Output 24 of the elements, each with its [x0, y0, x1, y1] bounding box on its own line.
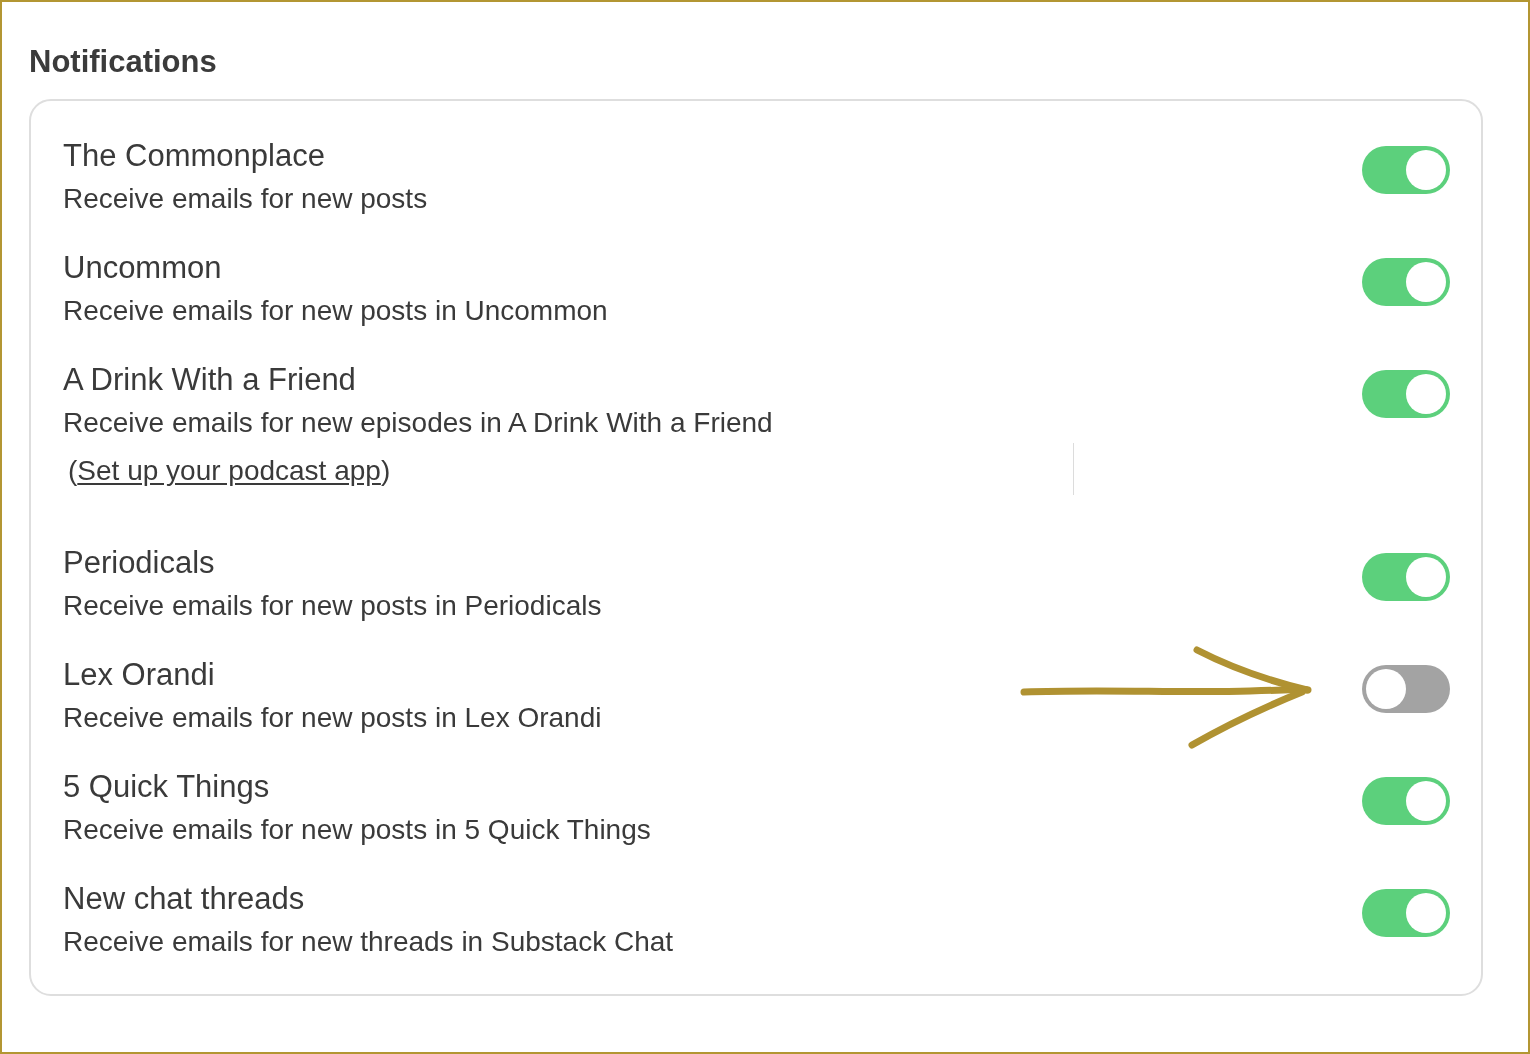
podcast-setup-note: (Set up your podcast app): [68, 454, 391, 488]
toggle-switch[interactable]: [1362, 370, 1450, 418]
section-heading: Notifications: [29, 43, 217, 81]
newsletter-title: The Commonplace: [63, 137, 325, 175]
newsletter-description: Receive emails for new threads in Substack Chat: [63, 925, 674, 959]
toggle-switch[interactable]: [1362, 777, 1450, 825]
newsletter-description: Receive emails for new posts in 5 Quick Things: [63, 813, 651, 847]
toggle-switch[interactable]: [1362, 889, 1450, 937]
podcast-app-link[interactable]: Set up your podcast app: [77, 455, 381, 486]
newsletter-description: Receive emails for new posts in Periodicals: [63, 589, 602, 623]
newsletter-description: Receive emails for new posts in Uncommon: [63, 294, 608, 328]
toggle-switch[interactable]: [1362, 146, 1450, 194]
toggle-switch[interactable]: [1362, 665, 1450, 713]
newsletter-title: Periodicals: [63, 544, 215, 582]
newsletter-title: A Drink With a Friend: [63, 361, 356, 399]
newsletter-title: Lex Orandi: [63, 656, 215, 694]
toggle-switch[interactable]: [1362, 258, 1450, 306]
newsletter-description: Receive emails for new posts in Lex Orandi: [63, 701, 602, 735]
newsletter-description: Receive emails for new episodes in A Drink With a Friend: [63, 406, 773, 440]
toggle-switch[interactable]: [1362, 553, 1450, 601]
newsletter-title: 5 Quick Things: [63, 768, 270, 806]
newsletter-description: Receive emails for new posts: [63, 182, 428, 216]
newsletter-title: Uncommon: [63, 249, 222, 287]
newsletter-title: New chat threads: [63, 880, 305, 918]
